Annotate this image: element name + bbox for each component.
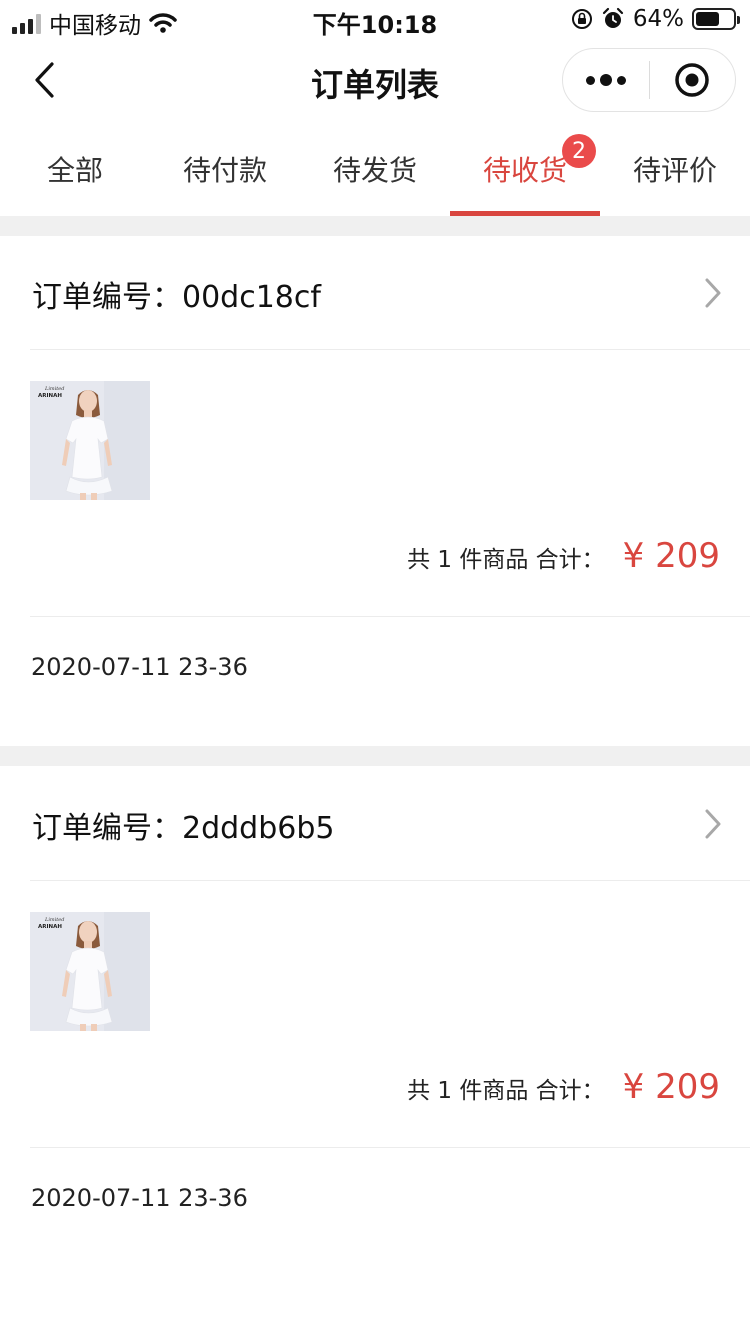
tab-label: 全部 bbox=[46, 154, 103, 187]
item-count-total-label: 共 1 件商品 合计： bbox=[407, 1078, 605, 1104]
tab-pending-shipment[interactable]: 待发货 bbox=[300, 122, 450, 216]
order-number: 00dc18cf bbox=[182, 280, 321, 315]
section-separator bbox=[0, 746, 750, 766]
order-number-row: 订单编号：2dddb6b5 bbox=[32, 803, 334, 847]
order-total-price: ¥ 209 bbox=[622, 536, 720, 576]
thumb-brand: ARINAH bbox=[38, 393, 62, 399]
order-number-row: 订单编号：00dc18cf bbox=[32, 272, 321, 316]
order-header[interactable]: 订单编号：2dddb6b5 bbox=[30, 767, 750, 881]
order-status-tabs: 全部 待付款 待发货 待收货 2 待评价 bbox=[0, 122, 750, 216]
alarm-icon bbox=[602, 7, 623, 28]
order-total-price: ¥ 209 bbox=[622, 1067, 720, 1107]
order-card[interactable]: 订单编号：2dddb6b5 Limited ARINAH 共 1 件商品 合计：… bbox=[0, 767, 750, 1277]
tab-pending-receipt[interactable]: 待收货 2 bbox=[450, 122, 600, 216]
status-right: 64% bbox=[571, 6, 740, 32]
battery-percent: 64% bbox=[632, 6, 684, 32]
chevron-right-icon bbox=[705, 278, 721, 308]
more-dots-icon bbox=[585, 74, 626, 86]
chevron-right-icon bbox=[705, 809, 721, 839]
product-thumbnail[interactable]: Limited ARINAH bbox=[30, 912, 150, 1031]
status-bar: 中国移动 下午10:18 64% bbox=[0, 0, 750, 40]
divider bbox=[30, 616, 750, 617]
order-summary: 共 1 件商品 合计： ¥ 209 bbox=[407, 536, 720, 576]
thumb-brand: ARINAH bbox=[38, 924, 62, 930]
target-circle-icon bbox=[675, 63, 709, 97]
product-thumbnail[interactable]: Limited ARINAH bbox=[30, 381, 150, 500]
order-list-page: 中国移动 下午10:18 64% 订单列表 全部 待付款 待发货 待收货 2 待… bbox=[0, 0, 750, 1334]
order-number-label: 订单编号： bbox=[32, 811, 182, 846]
svg-text:Limited: Limited bbox=[44, 917, 64, 923]
order-date: 2020-07-11 23-36 bbox=[31, 1184, 248, 1212]
order-number-label: 订单编号： bbox=[32, 280, 182, 315]
tab-label: 待发货 bbox=[332, 154, 417, 187]
item-count-total-label: 共 1 件商品 合计： bbox=[407, 547, 605, 573]
svg-text:Limited: Limited bbox=[44, 386, 64, 392]
divider bbox=[30, 1147, 750, 1148]
dress-product-image: Limited ARINAH bbox=[30, 381, 150, 500]
navigation-bar: 订单列表 bbox=[0, 40, 750, 122]
tab-label: 待收货 bbox=[482, 154, 567, 187]
tab-label: 待评价 bbox=[632, 154, 717, 187]
order-header[interactable]: 订单编号：00dc18cf bbox=[30, 236, 750, 350]
more-button[interactable] bbox=[563, 48, 649, 112]
rotation-lock-icon bbox=[571, 9, 592, 29]
tab-badge-count: 2 bbox=[562, 134, 596, 168]
order-summary: 共 1 件商品 合计： ¥ 209 bbox=[407, 1067, 720, 1107]
tab-all[interactable]: 全部 bbox=[0, 122, 150, 216]
order-date: 2020-07-11 23-36 bbox=[31, 653, 248, 681]
close-miniprogram-button[interactable] bbox=[650, 48, 736, 112]
order-number: 2dddb6b5 bbox=[182, 811, 335, 846]
miniprogram-capsule bbox=[562, 48, 736, 112]
order-card[interactable]: 订单编号：00dc18cf Limited ARINAH 共 1 件商品 合计：… bbox=[0, 236, 750, 746]
dress-product-image: Limited ARINAH bbox=[30, 912, 150, 1031]
tab-pending-review[interactable]: 待评价 bbox=[600, 122, 750, 216]
section-separator bbox=[0, 216, 750, 236]
battery-icon bbox=[692, 8, 740, 30]
tab-label: 待付款 bbox=[182, 154, 267, 187]
tab-pending-payment[interactable]: 待付款 bbox=[150, 122, 300, 216]
